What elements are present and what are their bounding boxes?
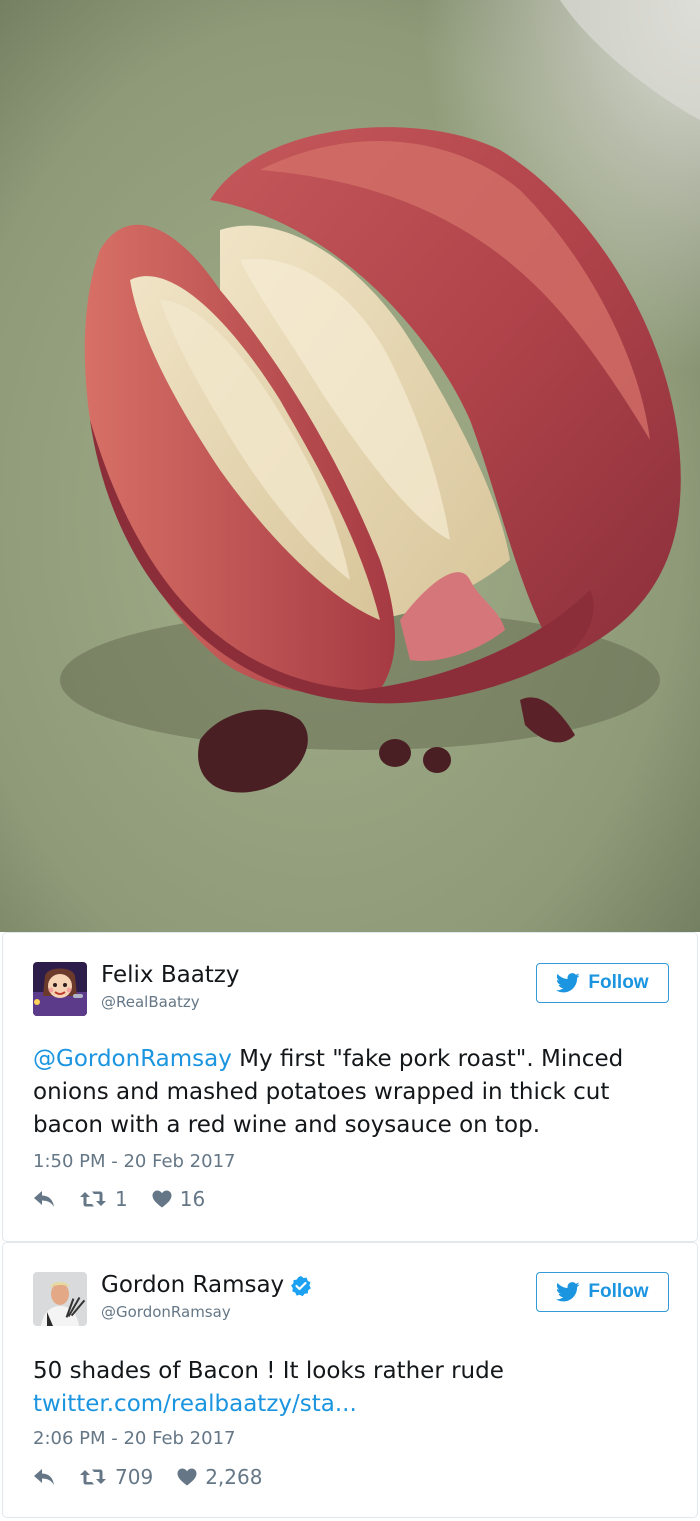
- follow-button[interactable]: Follow: [536, 963, 669, 1003]
- bacon-wrapped-potato-image: [0, 0, 700, 932]
- avatar-photo: [33, 1272, 87, 1326]
- mention-link[interactable]: @GordonRamsay: [33, 1046, 232, 1072]
- tweet-actions: 1 16: [33, 1187, 229, 1211]
- like-count: 2,268: [205, 1465, 263, 1489]
- retweet-icon: [80, 1469, 106, 1485]
- verified-badge-icon: [291, 1275, 311, 1296]
- retweet-button[interactable]: 1: [79, 1187, 128, 1211]
- avatar-illustration: [33, 962, 87, 1016]
- reply-button[interactable]: [33, 1190, 55, 1208]
- reply-icon: [34, 1191, 54, 1207]
- heart-icon: [152, 1190, 172, 1208]
- user-handle[interactable]: @GordonRamsay: [101, 1303, 231, 1321]
- like-count: 16: [179, 1187, 206, 1211]
- tweet-timestamp[interactable]: 2:06 PM - 20 Feb 2017: [33, 1428, 236, 1449]
- reply-icon: [34, 1469, 54, 1485]
- avatar[interactable]: [33, 1272, 87, 1326]
- like-button[interactable]: 2,268: [177, 1465, 262, 1489]
- retweet-icon: [80, 1191, 106, 1207]
- tweet-card-gordon: Gordon Ramsay @GordonRamsay Follow 50 sh…: [2, 1242, 698, 1518]
- retweet-count: 1: [115, 1187, 128, 1211]
- retweet-button[interactable]: 709: [79, 1465, 153, 1489]
- reply-button[interactable]: [33, 1468, 55, 1486]
- tweet-text: 50 shades of Bacon ! It looks rather rud…: [33, 1355, 673, 1421]
- heart-icon: [177, 1468, 197, 1486]
- food-photo: [0, 0, 700, 932]
- follow-label: Follow: [588, 972, 649, 993]
- tweet-timestamp[interactable]: 1:50 PM - 20 Feb 2017: [33, 1151, 236, 1172]
- display-name-text[interactable]: Gordon Ramsay: [101, 1272, 284, 1298]
- twitter-bird-icon: [556, 1282, 581, 1302]
- tweet-link[interactable]: twitter.com/realbaatzy/sta...: [33, 1391, 357, 1417]
- display-name: Gordon Ramsay: [101, 1272, 312, 1298]
- retweet-count: 709: [115, 1465, 154, 1489]
- like-button[interactable]: 16: [152, 1187, 205, 1211]
- avatar[interactable]: [33, 962, 87, 1016]
- follow-label: Follow: [588, 1281, 649, 1302]
- user-handle[interactable]: @RealBaatzy: [101, 993, 200, 1011]
- display-name[interactable]: Felix Baatzy: [101, 962, 240, 988]
- follow-button[interactable]: Follow: [536, 1272, 669, 1312]
- tweet-actions: 709 2,268: [33, 1465, 286, 1489]
- twitter-bird-icon: [556, 973, 581, 993]
- tweet-body: 50 shades of Bacon ! It looks rather rud…: [33, 1358, 504, 1384]
- tweet-text: @GordonRamsay My first "fake pork roast"…: [33, 1043, 673, 1142]
- tweet-card-felix: Felix Baatzy @RealBaatzy Follow @GordonR…: [2, 932, 698, 1242]
